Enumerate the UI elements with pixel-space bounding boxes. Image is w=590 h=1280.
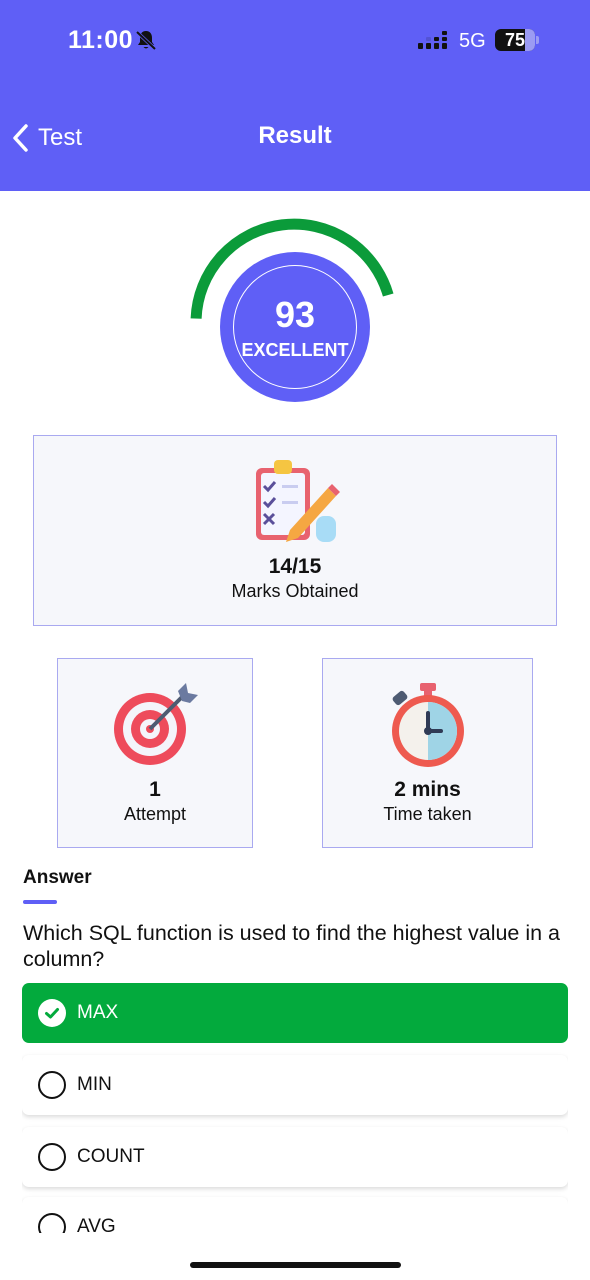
option-count[interactable]: COUNT	[22, 1127, 568, 1187]
question-text: Which SQL function is used to find the h…	[23, 921, 561, 971]
stopwatch-icon	[392, 683, 464, 767]
option-min[interactable]: MIN	[22, 1055, 568, 1115]
target-dart-icon	[114, 683, 198, 765]
radio-circle-icon	[38, 1071, 66, 1099]
attempt-card: 1 Attempt	[57, 658, 253, 848]
time-card: 2 mins Time taken	[322, 658, 533, 848]
header: 11:00 5G 75 Test Result	[0, 0, 590, 191]
option-avg[interactable]: AVG	[22, 1197, 568, 1233]
score-badge: 93 EXCELLENT	[220, 252, 370, 402]
marks-label: Marks Obtained	[231, 581, 359, 601]
option-label: MAX	[77, 1002, 119, 1023]
home-indicator[interactable]	[190, 1262, 401, 1268]
status-time: 11:00	[68, 26, 134, 54]
signal-icon	[418, 31, 447, 49]
marks-card: 14/15 Marks Obtained	[33, 435, 557, 626]
attempt-value: 1	[149, 778, 161, 801]
marks-value: 14/15	[268, 555, 322, 578]
radio-circle-icon	[38, 1143, 66, 1171]
answer-heading: Answer	[23, 867, 92, 888]
battery-level: 75	[504, 30, 526, 50]
attempt-label: Attempt	[123, 804, 187, 824]
option-label: MIN	[77, 1074, 112, 1095]
option-label: AVG	[77, 1216, 116, 1233]
score-label: EXCELLENT	[241, 340, 349, 360]
bell-muted-icon	[135, 30, 157, 51]
page-title: Result	[258, 122, 332, 149]
check-circle-icon	[38, 999, 66, 1027]
answer-options: MAX MIN COUNT AVG	[22, 983, 568, 1233]
option-max[interactable]: MAX	[22, 983, 568, 1043]
time-value: 2 mins	[394, 778, 461, 801]
radio-circle-icon	[38, 1213, 66, 1233]
clipboard-checklist-icon	[256, 460, 340, 542]
time-label: Time taken	[383, 804, 472, 824]
battery-icon: 75	[495, 29, 539, 51]
score-value: 93	[274, 294, 316, 335]
answer-underline	[23, 900, 57, 904]
option-label: COUNT	[77, 1146, 145, 1167]
network-type: 5G	[459, 30, 486, 52]
